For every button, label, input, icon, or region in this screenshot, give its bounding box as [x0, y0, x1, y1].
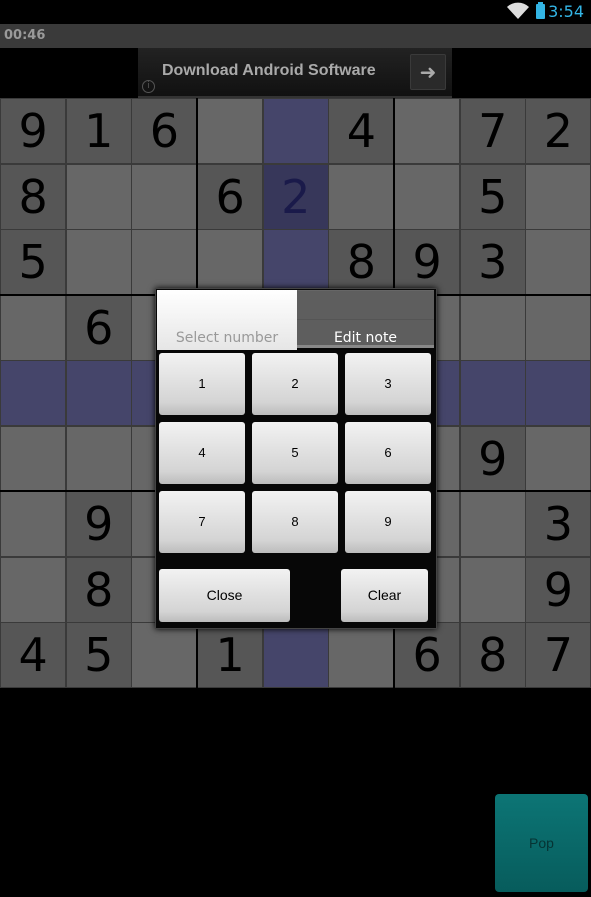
sudoku-cell[interactable] [65, 229, 132, 296]
number-picker-dialog: Select number Edit note 123456789 Close … [155, 288, 437, 629]
number-button-3[interactable]: 3 [345, 353, 431, 415]
sudoku-cell[interactable]: 7 [525, 622, 591, 689]
sudoku-cell[interactable] [0, 491, 67, 558]
sudoku-cell[interactable] [525, 425, 591, 492]
sudoku-cell[interactable]: 8 [328, 229, 395, 296]
sudoku-cell[interactable]: 6 [131, 98, 198, 165]
status-time: 3:54 [548, 2, 584, 21]
sudoku-cell[interactable]: 8 [459, 622, 526, 689]
sudoku-cell[interactable] [65, 163, 132, 230]
timer-bar: 00:46 [0, 24, 591, 48]
number-button-5[interactable]: 5 [252, 422, 338, 484]
sudoku-cell[interactable] [459, 556, 526, 623]
tab-select-number[interactable]: Select number [157, 290, 297, 350]
sudoku-cell[interactable]: 4 [0, 622, 67, 689]
sudoku-cell[interactable] [197, 229, 264, 296]
sudoku-cell[interactable]: 3 [525, 491, 591, 558]
sudoku-cell[interactable] [394, 163, 461, 230]
clear-button[interactable]: Clear [341, 569, 428, 622]
sudoku-cell[interactable] [0, 556, 67, 623]
sudoku-cell[interactable] [0, 425, 67, 492]
sudoku-cell[interactable] [525, 163, 591, 230]
sudoku-cell[interactable] [525, 360, 591, 427]
info-icon[interactable]: i [142, 80, 155, 93]
sudoku-cell[interactable] [459, 491, 526, 558]
wifi-icon [507, 2, 529, 19]
close-button[interactable]: Close [159, 569, 290, 622]
sudoku-cell[interactable]: 3 [459, 229, 526, 296]
number-button-9[interactable]: 9 [345, 491, 431, 553]
sudoku-cell[interactable]: 1 [65, 98, 132, 165]
number-button-2[interactable]: 2 [252, 353, 338, 415]
sudoku-cell[interactable] [394, 98, 461, 165]
sudoku-cell[interactable]: 5 [0, 229, 67, 296]
sudoku-cell[interactable] [328, 163, 395, 230]
number-button-8[interactable]: 8 [252, 491, 338, 553]
sudoku-cell[interactable] [262, 622, 329, 689]
number-button-4[interactable]: 4 [159, 422, 245, 484]
sudoku-cell[interactable] [0, 294, 67, 361]
ad-text[interactable]: Download Android Software [162, 62, 376, 80]
elapsed-timer: 00:46 [4, 28, 46, 43]
sudoku-cell[interactable]: 2 [525, 98, 591, 165]
sudoku-cell[interactable] [459, 360, 526, 427]
sudoku-cell[interactable]: 8 [65, 556, 132, 623]
sudoku-cell[interactable]: 1 [197, 622, 264, 689]
sudoku-cell[interactable]: 9 [525, 556, 591, 623]
tab-edit-note[interactable]: Edit note [297, 290, 434, 348]
sudoku-cell[interactable]: 6 [394, 622, 461, 689]
sudoku-cell[interactable]: 2 [262, 163, 329, 230]
sudoku-cell[interactable] [262, 229, 329, 296]
number-button-6[interactable]: 6 [345, 422, 431, 484]
sudoku-cell[interactable]: 9 [394, 229, 461, 296]
status-bar: 3:54 [0, 0, 591, 24]
sudoku-cell[interactable]: 6 [197, 163, 264, 230]
sudoku-cell[interactable]: 4 [328, 98, 395, 165]
sudoku-cell[interactable] [0, 360, 67, 427]
sudoku-cell[interactable] [131, 163, 198, 230]
sudoku-cell[interactable] [525, 294, 591, 361]
sudoku-cell[interactable] [525, 229, 591, 296]
pop-button[interactable]: Pop [495, 794, 588, 892]
sudoku-cell[interactable] [131, 622, 198, 689]
sudoku-cell[interactable] [65, 360, 132, 427]
sudoku-cell[interactable] [262, 98, 329, 165]
arrow-right-icon[interactable]: ➜ [410, 54, 446, 90]
sudoku-cell[interactable]: 9 [65, 491, 132, 558]
sudoku-cell[interactable]: 6 [65, 294, 132, 361]
number-button-7[interactable]: 7 [159, 491, 245, 553]
sudoku-cell[interactable]: 7 [459, 98, 526, 165]
sudoku-cell[interactable]: 8 [0, 163, 67, 230]
number-button-1[interactable]: 1 [159, 353, 245, 415]
ad-banner[interactable]: Download Android Software ➜ i [138, 48, 452, 98]
sudoku-cell[interactable]: 5 [65, 622, 132, 689]
sudoku-cell[interactable]: 9 [459, 425, 526, 492]
sudoku-cell[interactable] [131, 229, 198, 296]
battery-icon [536, 2, 545, 19]
sudoku-cell[interactable] [328, 622, 395, 689]
sudoku-cell[interactable] [197, 98, 264, 165]
sudoku-cell[interactable]: 5 [459, 163, 526, 230]
sudoku-cell[interactable] [459, 294, 526, 361]
sudoku-cell[interactable]: 9 [0, 98, 67, 165]
sudoku-cell[interactable] [65, 425, 132, 492]
